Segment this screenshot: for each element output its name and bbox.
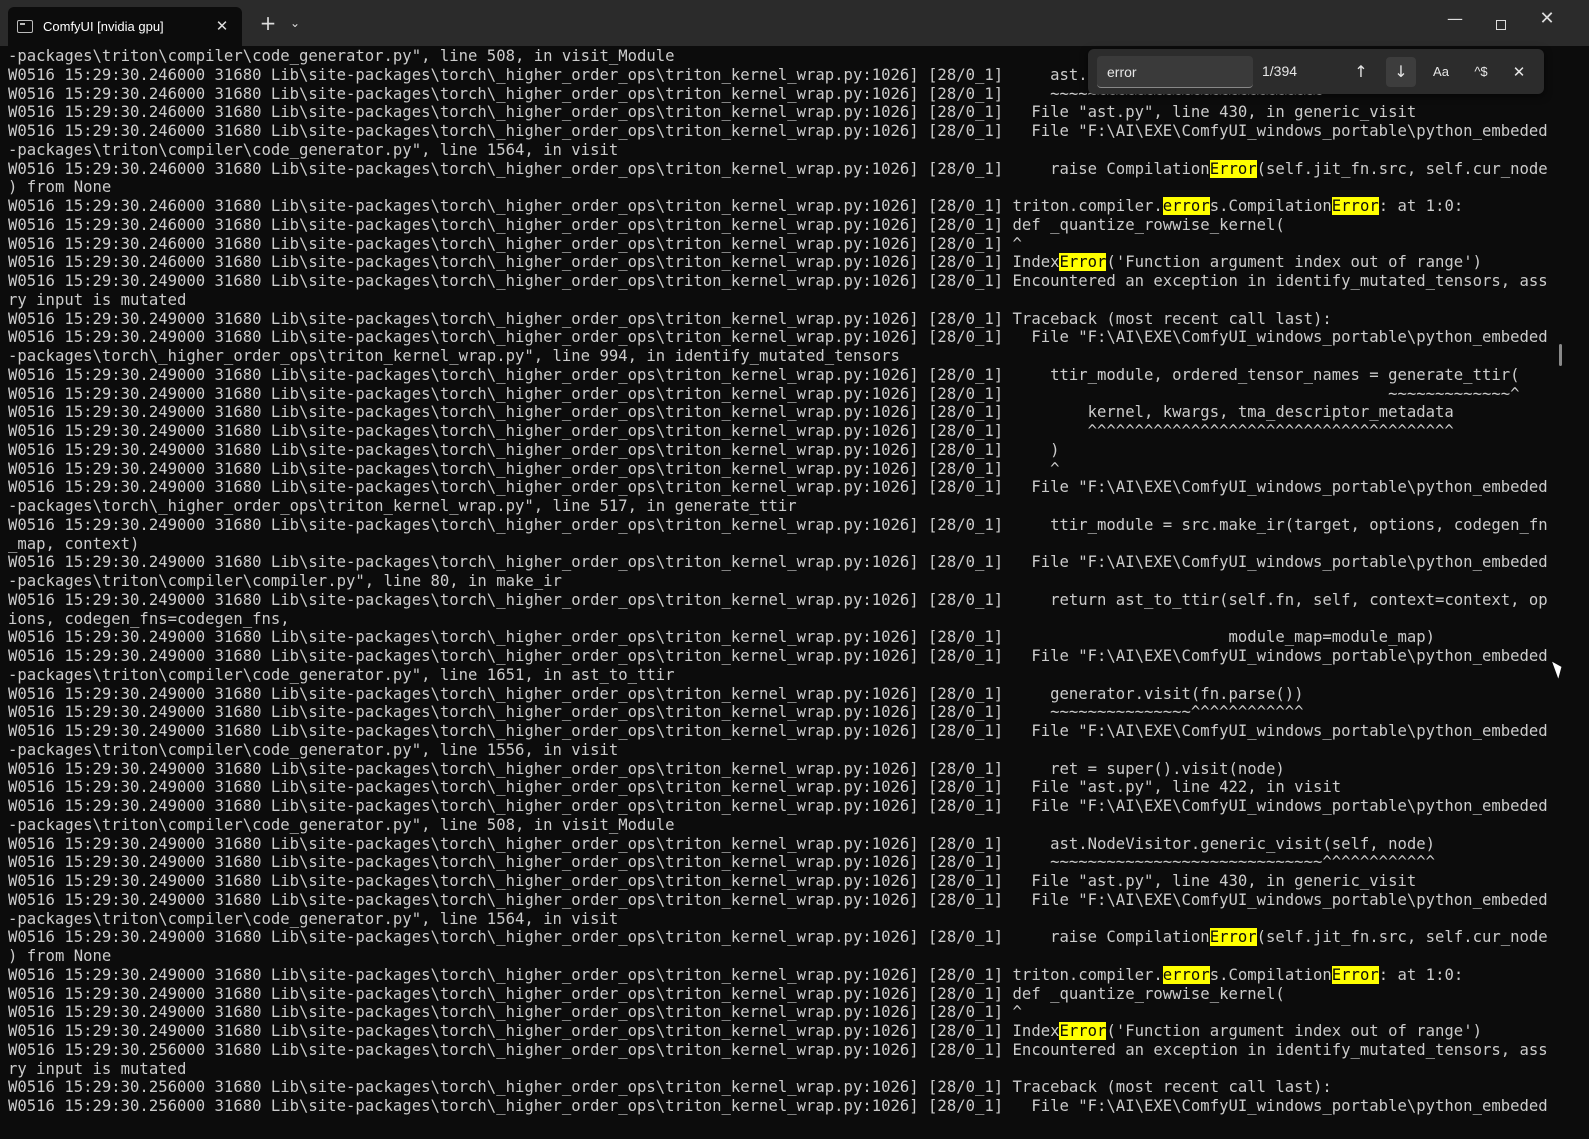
tab-comfyui[interactable]: ComfyUI [nvidia gpu] ✕ [8,7,242,46]
terminal-line: ) from None [8,178,112,197]
terminal-line: W0516 15:29:30.246000 31680 Lib\site-pac… [8,103,1417,122]
terminal-line: W0516 15:29:30.246000 31680 Lib\site-pac… [8,159,1548,178]
terminal-line: W0516 15:29:30.249000 31680 Lib\site-pac… [8,703,1304,722]
minimize-button[interactable]: — [1438,4,1472,34]
find-previous-arrow-up-icon[interactable]: ↑ [1346,57,1376,87]
terminal-output[interactable]: -packages\triton\compiler\code_generator… [8,47,1548,1139]
terminal-line: -packages\triton\compiler\code_generator… [8,740,619,759]
terminal-line: -packages\triton\compiler\code_generator… [8,665,675,684]
terminal-line: ions, codegen_fns=codegen_fns, [8,609,290,628]
scrollbar-thumb[interactable] [1559,344,1562,366]
terminal-line: -packages\torch\_higher_order_ops\triton… [8,347,900,365]
search-match-highlight: error [1162,197,1210,215]
terminal-line: -packages\triton\compiler\compiler.py", … [8,572,562,590]
find-input[interactable] [1097,56,1253,88]
terminal-line: W0516 15:29:30.249000 31680 Lib\site-pac… [8,834,1436,853]
search-match-highlight: Error [1209,928,1257,947]
mouse-cursor-icon [1552,659,1565,679]
new-tab-button[interactable]: + [254,8,282,38]
terminal-line: W0516 15:29:30.256000 31680 Lib\site-pac… [8,1040,1548,1059]
terminal-line: W0516 15:29:30.246000 31680 Lib\site-pac… [8,122,1548,140]
terminal-line: ry input is mutated [8,1059,187,1078]
terminal-line: W0516 15:29:30.249000 31680 Lib\site-pac… [8,365,1520,384]
terminal-line: W0516 15:29:30.249000 31680 Lib\site-pac… [8,965,1464,984]
match-case-button[interactable]: Aa [1426,57,1456,87]
terminal-line: _map, context) [8,534,140,553]
close-window-button[interactable]: ✕ [1530,4,1564,34]
terminal-line: W0516 15:29:30.246000 31680 Lib\site-pac… [8,215,1285,234]
terminal-icon [17,20,33,33]
terminal-line: W0516 15:29:30.249000 31680 Lib\site-pac… [8,422,1454,440]
terminal-line: W0516 15:29:30.249000 31680 Lib\site-pac… [8,440,1060,459]
terminal-line: W0516 15:29:30.249000 31680 Lib\site-pac… [8,515,1548,534]
terminal-line: W0516 15:29:30.249000 31680 Lib\site-pac… [8,647,1548,665]
tab-title: ComfyUI [nvidia gpu] [43,19,164,34]
terminal-line: W0516 15:29:30.249000 31680 Lib\site-pac… [8,478,1548,497]
terminal-line: W0516 15:29:30.249000 31680 Lib\site-pac… [8,984,1285,1003]
search-match-highlight: error [1162,965,1210,984]
find-close-icon[interactable]: ✕ [1504,57,1534,87]
regex-button[interactable]: ^$ [1466,57,1496,87]
terminal-line: W0516 15:29:30.249000 31680 Lib\site-pac… [8,1022,1482,1040]
search-match-highlight: Error [1209,159,1257,178]
search-match-highlight: Error [1059,1022,1107,1040]
maximize-icon [1496,20,1506,30]
find-result-count: 1/394 [1262,63,1298,79]
find-next-arrow-down-icon[interactable]: ↓ [1386,57,1416,87]
maximize-button[interactable] [1484,10,1518,40]
terminal-line: W0516 15:29:30.249000 31680 Lib\site-pac… [8,928,1548,947]
terminal-line: W0516 15:29:30.246000 31680 Lib\site-pac… [8,253,1482,272]
terminal-line: W0516 15:29:30.249000 31680 Lib\site-pac… [8,272,1548,290]
search-match-highlight: Error [1331,197,1379,215]
terminal-line: W0516 15:29:30.249000 31680 Lib\site-pac… [8,890,1548,909]
terminal-line: W0516 15:29:30.249000 31680 Lib\site-pac… [8,759,1285,778]
terminal-line: W0516 15:29:30.249000 31680 Lib\site-pac… [8,590,1548,609]
terminal-line: W0516 15:29:30.249000 31680 Lib\site-pac… [8,684,1304,703]
terminal-line: -packages\torch\_higher_order_ops\triton… [8,497,797,515]
terminal-line: -packages\triton\compiler\code_generator… [8,909,619,928]
tab-close-icon[interactable]: ✕ [212,16,232,36]
terminal-line: W0516 15:29:30.246000 31680 Lib\site-pac… [8,234,1022,253]
tab-dropdown-chevron-icon[interactable]: ⌄ [283,8,307,38]
terminal-line: -packages\triton\compiler\code_generator… [8,140,619,159]
terminal-line: W0516 15:29:30.249000 31680 Lib\site-pac… [8,328,1548,347]
terminal-line: W0516 15:29:30.249000 31680 Lib\site-pac… [8,553,1548,572]
title-bar: ComfyUI [nvidia gpu] ✕ + ⌄ — ✕ [0,0,1589,46]
terminal-line: W0516 15:29:30.249000 31680 Lib\site-pac… [8,778,1342,797]
terminal-line: W0516 15:29:30.256000 31680 Lib\site-pac… [8,1078,1332,1097]
terminal-line: W0516 15:29:30.249000 31680 Lib\site-pac… [8,853,1436,872]
terminal-line: ) from None [8,947,112,965]
terminal-line: W0516 15:29:30.249000 31680 Lib\site-pac… [8,797,1548,815]
terminal-line: W0516 15:29:30.249000 31680 Lib\site-pac… [8,872,1417,890]
terminal-line: W0516 15:29:30.246000 31680 Lib\site-pac… [8,197,1464,215]
terminal-line: W0516 15:29:30.249000 31680 Lib\site-pac… [8,384,1520,403]
terminal-line: ry input is mutated [8,290,187,309]
terminal-line: W0516 15:29:30.249000 31680 Lib\site-pac… [8,309,1332,328]
terminal-line: W0516 15:29:30.249000 31680 Lib\site-pac… [8,1003,1022,1022]
find-bar: 1/394 ↑ ↓ Aa ^$ ✕ [1088,49,1544,94]
terminal-line: W0516 15:29:30.249000 31680 Lib\site-pac… [8,403,1454,422]
terminal-line: -packages\triton\compiler\code_generator… [8,815,675,834]
terminal-line: W0516 15:29:30.249000 31680 Lib\site-pac… [8,628,1436,647]
search-match-highlight: Error [1331,965,1379,984]
search-match-highlight: Error [1059,253,1107,272]
terminal-line: W0516 15:29:30.249000 31680 Lib\site-pac… [8,722,1548,740]
terminal-line: W0516 15:29:30.256000 31680 Lib\site-pac… [8,1097,1548,1115]
terminal-line: W0516 15:29:30.249000 31680 Lib\site-pac… [8,459,1060,478]
